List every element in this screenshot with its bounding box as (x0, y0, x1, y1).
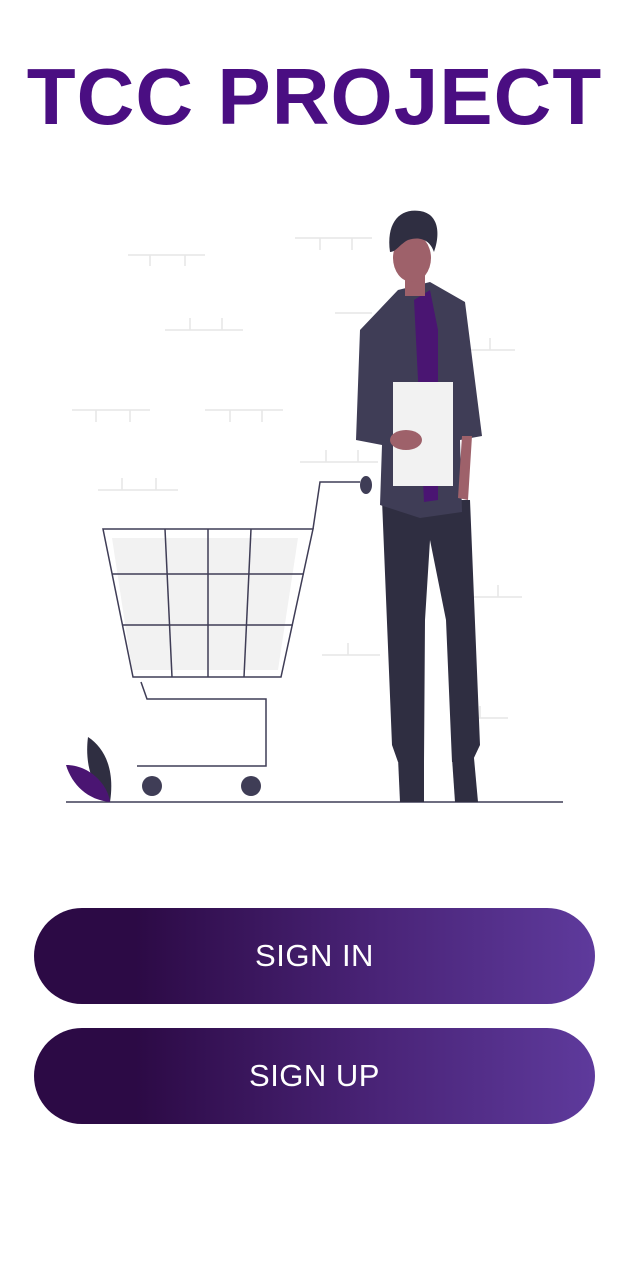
app-title: TCC PROJECT (26, 52, 603, 141)
sign-up-button[interactable]: SIGN UP (34, 1028, 595, 1124)
welcome-screen: TCC PROJECT SIGN IN SIGN UP (0, 0, 629, 1280)
cart-wheel-right (241, 776, 261, 796)
cart-handle-grip (360, 476, 372, 494)
cart-wheel-left (142, 776, 162, 796)
sign-in-button[interactable]: SIGN IN (34, 908, 595, 1004)
shopping-person-icon (66, 210, 563, 803)
shopping-cart-icon (102, 481, 360, 767)
person-figure (356, 210, 482, 802)
plant-icon (66, 737, 112, 802)
